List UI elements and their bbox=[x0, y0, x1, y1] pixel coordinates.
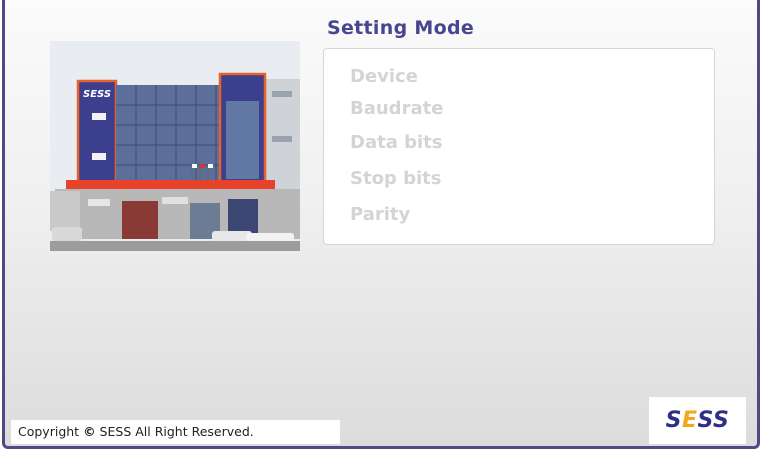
settings-menu-panel: Device Baudrate Data bits Stop bits Pari… bbox=[323, 48, 715, 245]
building-photo: SESS bbox=[50, 41, 300, 251]
copyright-prefix: Copyright bbox=[18, 424, 80, 439]
copyright-symbol: © bbox=[83, 424, 96, 439]
menu-item-parity[interactable]: Parity bbox=[350, 204, 410, 225]
menu-item-stop-bits[interactable]: Stop bits bbox=[350, 168, 441, 189]
menu-item-data-bits[interactable]: Data bits bbox=[350, 132, 442, 153]
logo-e: E bbox=[681, 408, 698, 433]
logo-s: S bbox=[665, 408, 682, 433]
sess-logo: SESS bbox=[649, 397, 746, 444]
logo-text: SESS bbox=[666, 408, 730, 433]
menu-item-baudrate[interactable]: Baudrate bbox=[350, 98, 443, 119]
menu-item-device[interactable]: Device bbox=[350, 66, 418, 87]
page-title: Setting Mode bbox=[327, 17, 475, 39]
logo-ss: SS bbox=[697, 408, 730, 433]
copyright-notice: Copyright © SESS All Right Reserved. bbox=[11, 420, 340, 444]
sign-logo: SESS bbox=[83, 89, 111, 100]
copyright-text: SESS All Right Reserved. bbox=[99, 424, 254, 439]
